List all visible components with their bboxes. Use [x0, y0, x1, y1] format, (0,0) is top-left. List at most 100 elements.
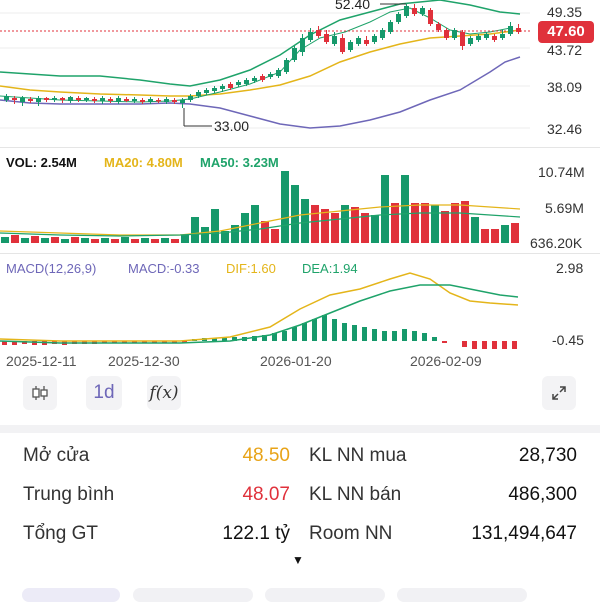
volume-bar: [91, 239, 99, 243]
macd-bar: [372, 329, 377, 341]
volume-bar: [151, 239, 159, 243]
macd-bar: [412, 331, 417, 341]
volume-bar: [131, 239, 139, 243]
macd-bar: [362, 327, 367, 341]
volume-bar: [21, 238, 29, 243]
candle-body: [388, 22, 393, 32]
candle-body: [420, 8, 425, 14]
candle-body: [500, 34, 505, 38]
macd-axis-label: 2.98: [556, 260, 584, 276]
candle-body: [412, 8, 417, 14]
foreign-room-value: 131,494,647: [471, 523, 577, 544]
divider: [0, 253, 600, 254]
total-value: 122.1 tỷ: [222, 523, 290, 544]
open-value: 48.50: [242, 445, 290, 466]
macd-bar: [322, 315, 327, 341]
candle-body: [76, 98, 81, 100]
volume-bar: [271, 229, 279, 243]
price-axis-label: 32.46: [547, 121, 583, 137]
date-label: 2025-12-30: [108, 353, 180, 369]
volume-bar: [481, 229, 489, 243]
volume-bar: [71, 237, 79, 243]
candle-body: [356, 38, 361, 44]
volume-bar: [361, 213, 369, 243]
candle-body: [476, 36, 481, 40]
candle-body: [124, 99, 129, 101]
candle-body: [324, 34, 329, 42]
foreign-room-label: Room NN: [309, 523, 393, 544]
candle-body: [28, 99, 33, 101]
candlestick-type-button[interactable]: [23, 376, 57, 410]
volume-bar: [411, 203, 419, 243]
candle-body: [204, 90, 209, 93]
foreign-sell-value: 486,300: [508, 484, 577, 505]
average-value: 48.07: [242, 484, 290, 505]
foreign-buy-label: KL NN mua: [309, 445, 407, 466]
candle-body: [68, 97, 73, 101]
candle-body: [60, 98, 65, 100]
volume-bar: [401, 175, 409, 243]
macd-bar: [292, 327, 297, 341]
macd-bar: [302, 323, 307, 341]
foreign-buy-value: 28,730: [518, 445, 577, 466]
candle-body: [340, 38, 345, 52]
candle-body: [436, 24, 441, 30]
average-label: Trung bình: [23, 484, 115, 505]
candle-body: [92, 99, 97, 101]
volume-bar: [11, 235, 19, 243]
vol-axis-label: 5.69M: [545, 200, 584, 216]
low-price-label: 33.00: [214, 118, 250, 134]
volume-bar: [111, 239, 119, 243]
volume-bar: [311, 205, 319, 243]
volume-bar: [101, 238, 109, 243]
volume-bar: [41, 238, 49, 243]
candle-body: [452, 30, 457, 38]
candle-body: [212, 88, 217, 91]
volume-bar: [1, 237, 9, 243]
candle-body: [460, 32, 465, 46]
macd-chart: [0, 272, 519, 349]
date-label: 2026-02-09: [410, 353, 482, 369]
macd-bar: [392, 331, 397, 341]
candle-body: [260, 76, 265, 80]
volume-bar: [441, 211, 449, 243]
macd-bar: [352, 325, 357, 341]
candle-body: [236, 82, 241, 85]
volume-bar: [121, 237, 129, 243]
high-price-label: 52.40: [335, 0, 371, 12]
macd-bar: [502, 341, 507, 349]
macd-bar: [382, 331, 387, 341]
macd-bar: [312, 319, 317, 341]
candle-body: [4, 96, 9, 100]
section-divider: [0, 425, 600, 433]
candle-body: [188, 96, 193, 100]
volume-bar: [261, 221, 269, 243]
candle-body: [172, 100, 177, 102]
macd-bar: [332, 319, 337, 341]
interval-button[interactable]: 1d: [86, 376, 122, 410]
candle-body: [180, 100, 185, 103]
macd-bar: [492, 341, 497, 349]
candle-body: [140, 100, 145, 102]
volume-bar: [471, 217, 479, 243]
expand-more-icon[interactable]: ▼: [292, 553, 304, 567]
candle-body: [268, 74, 273, 77]
macd-bar: [482, 341, 487, 349]
candle-body: [396, 14, 401, 22]
macd-bar: [442, 341, 447, 343]
indicator-fx-button[interactable]: f(x): [147, 376, 181, 410]
macd-bar: [472, 341, 477, 349]
vol-axis-label: 10.74M: [538, 164, 585, 180]
volume-bar: [31, 236, 39, 243]
vol-axis-label: 636.20K: [530, 235, 583, 251]
candlestick-icon: [32, 386, 48, 400]
fullscreen-button[interactable]: [542, 376, 576, 410]
candle-body: [284, 60, 289, 72]
volume-bar: [141, 238, 149, 243]
volume-bar: [321, 209, 329, 243]
macd-bar: [422, 333, 427, 341]
candle-body: [508, 26, 513, 34]
candle-body: [156, 100, 161, 102]
volume-bar: [201, 227, 209, 243]
price-chart[interactable]: [0, 0, 600, 150]
